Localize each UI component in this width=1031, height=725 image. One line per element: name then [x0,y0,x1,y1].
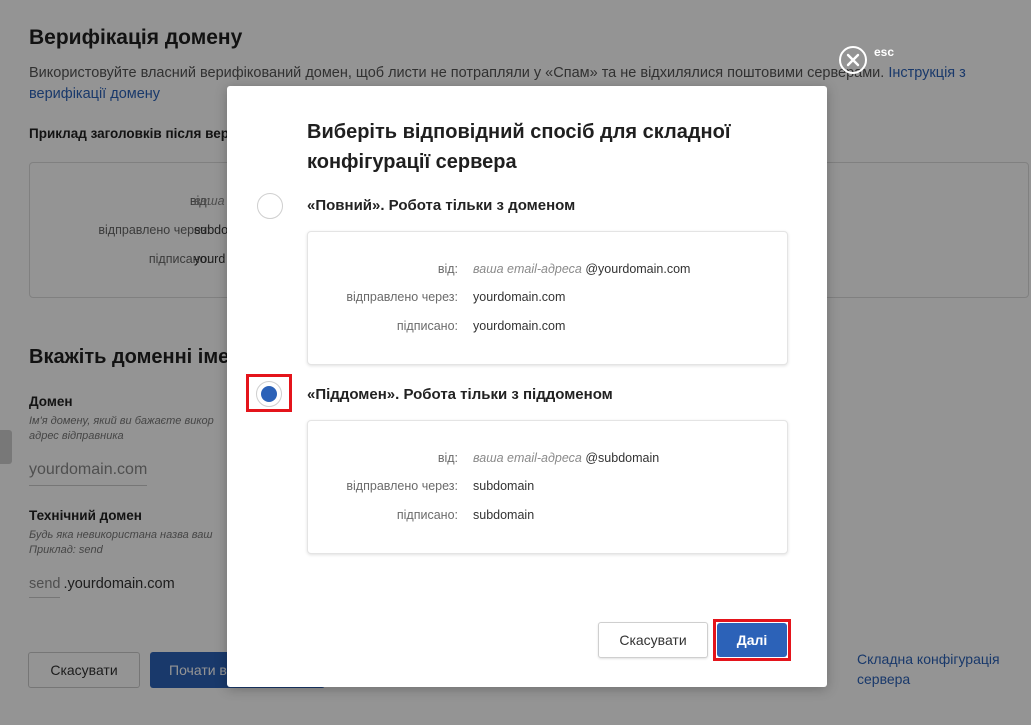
close-button[interactable]: esc [839,45,895,74]
full-from-value: ваша email-адреса @yourdomain.com [473,262,691,276]
radio-full[interactable] [257,193,283,219]
option-full-example: від: ваша email-адреса @yourdomain.com в… [307,231,788,365]
full-signed-value: yourdomain.com [473,319,566,333]
next-button[interactable]: Далі [717,623,787,657]
full-from-label: від: [437,262,458,276]
sub-signed-value: subdomain [473,508,535,522]
full-sent-via-value: yourdomain.com [473,290,566,304]
sub-sent-via-label: відправлено через: [346,479,458,493]
modal-cancel-button[interactable]: Скасувати [598,622,708,658]
server-config-modal: Виберіть відповідний спосіб для складної… [227,86,827,687]
sub-from-label: від: [437,451,458,465]
sub-sent-via-value: subdomain [473,479,535,493]
sub-signed-label: підписано: [396,508,458,522]
full-sent-via-label: відправлено через: [346,290,458,304]
radio-selected-dot [261,386,277,402]
sub-from-value: ваша email-адреса @subdomain [473,451,660,465]
esc-label: esc [874,45,895,59]
option-subdomain-label[interactable]: «Піддомен». Робота тільки з піддоменом [307,386,613,403]
option-full-label[interactable]: «Повний». Робота тільки з доменом [307,197,575,214]
option-subdomain-example: від: ваша email-адреса @subdomain відпра… [307,420,788,554]
close-icon[interactable] [839,46,867,74]
full-signed-label: підписано: [396,319,458,333]
modal-title: Виберіть відповідний спосіб для складної… [307,121,731,173]
radio-subdomain[interactable] [256,381,282,407]
